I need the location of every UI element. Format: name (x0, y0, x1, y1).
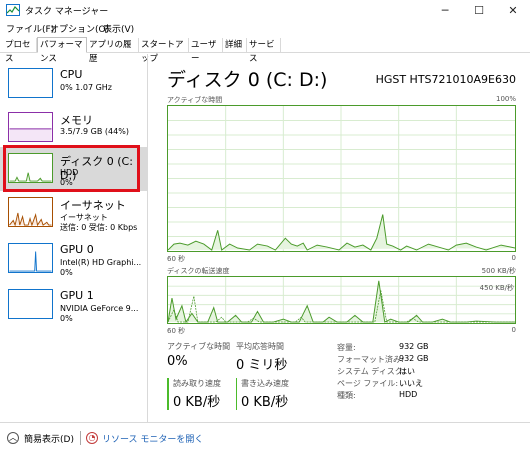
gpu1-thumbnail-graph (8, 289, 53, 319)
sidebar-item-label: CPU (60, 68, 83, 81)
transfer-rate-inner-scale: 450 KB/秒 (479, 284, 514, 292)
transfer-rate-axis-right: 0 (511, 326, 516, 334)
tab-startup[interactable]: スタートアップ (139, 38, 189, 64)
sidebar-item-gpu-0[interactable]: GPU 0 Intel(R) HD Graphi... 0% (0, 237, 148, 281)
tab-bar: プロセス パフォーマンス アプリの履歴 スタートアップ ユーザー 詳細 サービス (0, 37, 530, 64)
transfer-rate-graph-max: 500 KB/秒 (481, 267, 516, 275)
active-time-graph (167, 105, 516, 252)
menu-file[interactable]: ファイル(F) (6, 22, 54, 35)
resource-monitor-icon[interactable]: ◔ (86, 432, 98, 444)
active-time-axis-right: 0 (511, 254, 516, 262)
menu-options[interactable]: オプション(O) (50, 22, 109, 35)
disk-detail-panel: ディスク 0 (C: D:) HGST HTS721010A9E630 アクティ… (150, 54, 530, 422)
write-speed-value: 0 KB/秒 (241, 395, 289, 410)
tab-details[interactable]: 詳細 (223, 38, 247, 53)
read-speed-value: 0 KB/秒 (173, 395, 221, 410)
page-title: ディスク 0 (C: D:) (167, 69, 328, 91)
sidebar-item-usage: 0% (60, 314, 73, 323)
maximize-button[interactable]: ☐ (462, 0, 496, 20)
minimize-button[interactable]: ─ (428, 0, 462, 20)
system-disk-value: はい (399, 367, 415, 376)
tab-app-history[interactable]: アプリの履歴 (87, 38, 139, 64)
sidebar-item-cpu[interactable]: CPU 0% 1.07 GHz (0, 62, 148, 106)
sidebar-item-ethernet[interactable]: イーサネット イーサネット 送信: 0 受信: 0 Kbps (0, 191, 148, 235)
menu-view[interactable]: 表示(V) (103, 22, 134, 35)
sidebar-item-detail: 3.5/7.9 GB (44%) (60, 127, 129, 136)
tab-performance[interactable]: パフォーマンス (37, 37, 87, 64)
title-bar: タスク マネージャー ─ ☐ ✕ (0, 0, 530, 20)
page-file-label: ページ ファイル: (337, 379, 399, 388)
active-time-label: アクティブな時間 (167, 342, 231, 351)
sidebar-item-detail: Intel(R) HD Graphi... (60, 258, 142, 267)
sidebar-item-detail: 0% 1.07 GHz (60, 83, 113, 92)
page-file-value: いいえ (399, 379, 423, 388)
sidebar-item-memory[interactable]: メモリ 3.5/7.9 GB (44%) (0, 106, 148, 150)
tab-services[interactable]: サービス (247, 38, 281, 64)
window-title: タスク マネージャー (25, 7, 109, 17)
write-speed-label: 書き込み速度 (241, 379, 289, 388)
gpu0-thumbnail-graph (8, 243, 53, 273)
chevron-up-icon[interactable]: ︿ (7, 432, 19, 444)
footer-bar: ︿ 簡易表示(D) ◔ リソース モニターを開く (0, 422, 530, 455)
memory-thumbnail-graph (8, 112, 53, 142)
sidebar-item-label: GPU 1 (60, 289, 94, 302)
transfer-rate-graph-label: ディスクの転送速度 (167, 267, 230, 275)
menu-bar: ファイル(F) オプション(O) 表示(V) (0, 22, 530, 36)
read-speed-label: 読み取り速度 (173, 379, 221, 388)
less-details-link[interactable]: 簡易表示(D) (24, 432, 74, 445)
sidebar-item-label: メモリ (60, 114, 93, 127)
open-resource-monitor-link[interactable]: リソース モニターを開く (102, 432, 203, 445)
active-time-graph-max: 100% (495, 95, 516, 103)
active-time-value: 0% (167, 354, 188, 369)
cpu-thumbnail-graph (8, 68, 53, 98)
disk-model: HGST HTS721010A9E630 (375, 73, 516, 86)
disk-type-label: 種類: (337, 391, 356, 400)
write-speed-indicator (236, 378, 237, 410)
sidebar-item-usage: 0% (60, 268, 73, 277)
response-time-label: 平均応答時間 (236, 342, 284, 351)
transfer-rate-graph (167, 276, 516, 324)
transfer-rate-axis-left: 60 秒 (167, 327, 186, 335)
sidebar-item-label: GPU 0 (60, 243, 94, 256)
disk-type-value: HDD (399, 390, 418, 399)
capacity-value: 932 GB (399, 342, 429, 351)
sidebar-item-label: イーサネット (60, 199, 126, 212)
tab-users[interactable]: ユーザー (189, 38, 223, 64)
sidebar-item-gpu-1[interactable]: GPU 1 NVIDIA GeForce 9... 0% (0, 283, 148, 327)
ethernet-thumbnail-graph (8, 197, 53, 227)
tab-processes[interactable]: プロセス (3, 38, 37, 64)
read-speed-indicator (167, 378, 169, 410)
capacity-label: 容量: (337, 343, 356, 352)
sidebar-item-detail: NVIDIA GeForce 9... (60, 304, 139, 313)
footer-divider (80, 431, 81, 445)
task-manager-icon (6, 4, 20, 16)
close-button[interactable]: ✕ (496, 0, 530, 20)
resource-sidebar: CPU 0% 1.07 GHz メモリ 3.5/7.9 GB (44%) ディス… (0, 54, 148, 422)
active-time-graph-label: アクティブな時間 (167, 96, 223, 104)
formatted-value: 932 GB (399, 354, 429, 363)
formatted-label: フォーマット済み: (337, 355, 404, 364)
selection-highlight-box (3, 145, 140, 192)
system-disk-label: システム ディスク: (337, 367, 406, 376)
active-time-axis-left: 60 秒 (167, 255, 186, 263)
sidebar-item-throughput: 送信: 0 受信: 0 Kbps (60, 223, 138, 232)
response-time-value: 0 ミリ秒 (236, 358, 288, 373)
